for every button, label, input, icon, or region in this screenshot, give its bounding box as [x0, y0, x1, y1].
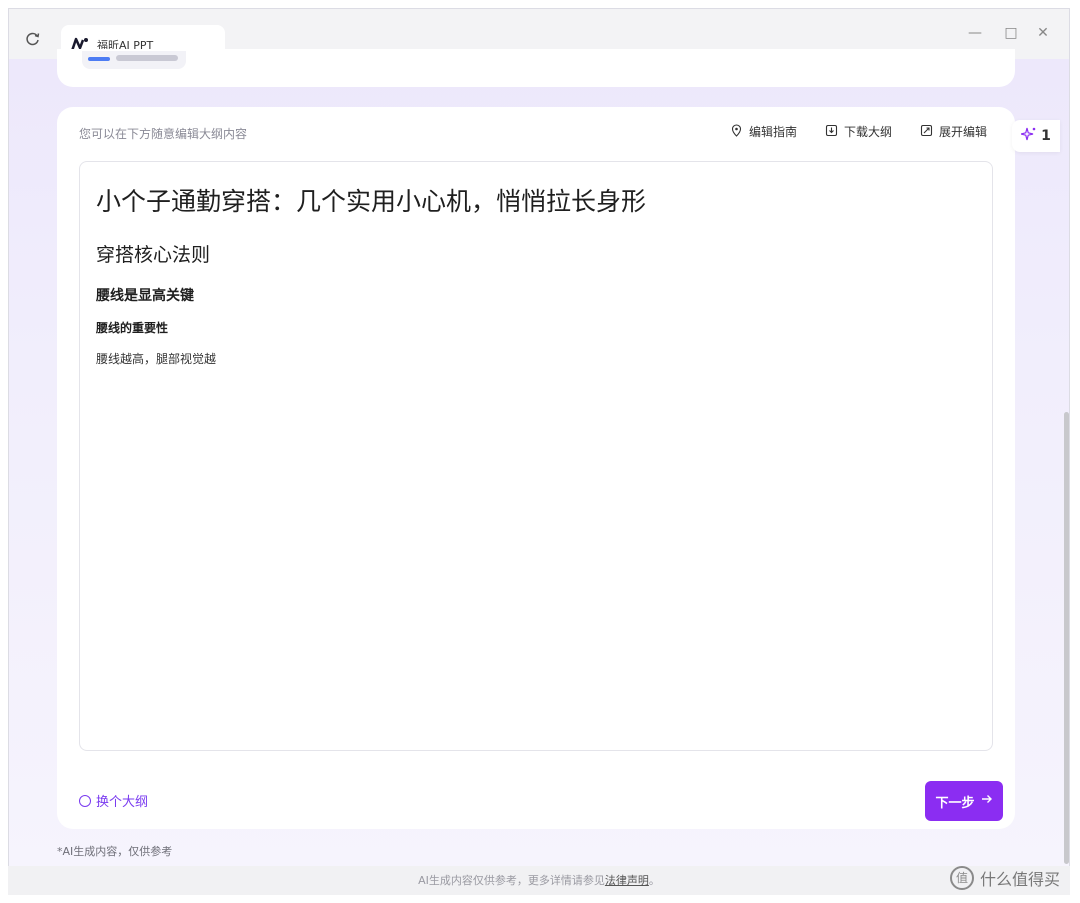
previous-step-chip[interactable] [82, 51, 186, 69]
edit-guide-label: 编辑指南 [748, 125, 797, 139]
edit-hint: 您可以在下方随意编辑大纲内容 [79, 127, 248, 141]
progress-bar-fragment [88, 57, 110, 61]
outline-subsection[interactable]: 腰线是显高关键 [96, 285, 976, 305]
outline-section[interactable]: 穿搭核心法则 [96, 240, 976, 267]
refresh-icon[interactable] [23, 29, 43, 49]
footer-text: AI生成内容仅供参考，更多详情请参见 [418, 874, 605, 887]
footer-notice: AI生成内容仅供参考，更多详情请参见法律声明。 [8, 866, 1070, 895]
scrollbar[interactable] [1064, 412, 1069, 864]
previous-step-card [57, 49, 1015, 87]
side-assistant-badge[interactable]: 1 [1012, 120, 1060, 152]
outline-detail[interactable]: 腰线越高，腿部视觉越 [96, 350, 976, 367]
outline-editor[interactable]: 小个子通勤穿搭：几个实用小心机，悄悄拉长身形 穿搭核心法则 腰线是显高关键 腰线… [79, 161, 993, 751]
outline-editor-card: 您可以在下方随意编辑大纲内容 编辑指南 下载大纲 展开编辑 小个子通勤穿搭：几个… [57, 107, 1015, 829]
outline-point[interactable]: 腰线的重要性 [96, 319, 976, 336]
change-outline-label: 换个大纲 [96, 795, 149, 810]
expand-edit-icon [920, 124, 933, 140]
next-step-button[interactable]: 下一步 [925, 781, 1003, 821]
edit-guide-button[interactable]: 编辑指南 [730, 123, 797, 140]
sparkle-icon [1020, 126, 1037, 146]
legal-notice-link[interactable]: 法律声明 [605, 874, 649, 887]
download-outline-button[interactable]: 下载大纲 [825, 123, 892, 140]
expand-edit-button[interactable]: 展开编辑 [920, 123, 987, 140]
outline-toolbar: 编辑指南 下载大纲 展开编辑 [730, 123, 987, 140]
chip-text-fragment [116, 55, 178, 61]
expand-edit-label: 展开编辑 [938, 125, 987, 139]
watermark-logo-icon: 值 [950, 866, 974, 890]
minimize-button[interactable]: — [965, 23, 985, 43]
change-outline-button[interactable]: 换个大纲 [79, 791, 148, 810]
app-window: 福昕AI PPT — □ ✕ 您可以在下方随意编辑大纲内容 编辑指南 下载大纲 [8, 8, 1070, 895]
ai-disclaimer: *AI生成内容，仅供参考 [57, 845, 173, 858]
arrow-right-icon [981, 793, 993, 809]
watermark-text: 什么值得买 [980, 870, 1061, 889]
guide-icon [730, 123, 743, 140]
badge-count: 1 [1041, 128, 1051, 144]
close-button[interactable]: ✕ [1033, 23, 1053, 43]
footer-end: 。 [648, 874, 660, 887]
next-step-label: 下一步 [935, 795, 975, 811]
maximize-button[interactable]: □ [1001, 23, 1021, 43]
download-icon [825, 124, 838, 140]
outline-title[interactable]: 小个子通勤穿搭：几个实用小心机，悄悄拉长身形 [96, 182, 976, 218]
watermark: 值 什么值得买 [950, 866, 1060, 890]
refresh-circle-icon [79, 794, 91, 807]
download-outline-label: 下载大纲 [843, 125, 892, 139]
